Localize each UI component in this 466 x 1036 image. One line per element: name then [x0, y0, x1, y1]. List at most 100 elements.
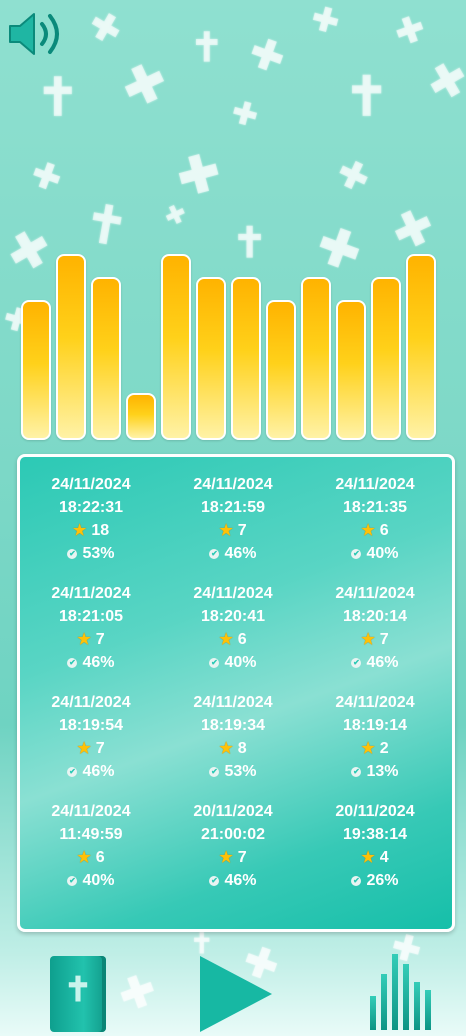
result-item: 24/11/2024 11:49:59 ★ 6 ✔ 40%: [20, 800, 162, 892]
stats-icon: [370, 996, 376, 1030]
result-stars-value: 7: [379, 631, 389, 648]
star-icon: ★: [361, 849, 375, 866]
result-percent: ✔ 53%: [20, 542, 162, 565]
result-stars-value: 7: [237, 522, 247, 539]
check-icon: ✔: [209, 657, 220, 668]
chart-bar: [336, 300, 366, 440]
chart-bar: [91, 277, 121, 440]
star-icon: ★: [361, 631, 375, 648]
check-icon: ✔: [209, 766, 220, 777]
result-item: 24/11/2024 18:19:34 ★ 8 ✔ 53%: [162, 691, 304, 783]
chart-bar: [196, 277, 226, 440]
result-stars-value: 6: [95, 849, 105, 866]
chart-bar: [231, 277, 261, 440]
result-stars: ★ 7: [162, 519, 304, 542]
result-percent-value: 40%: [224, 654, 257, 671]
result-time: 18:21:05: [58, 608, 124, 625]
check-icon: ✔: [67, 657, 78, 668]
result-stars: ★ 6: [304, 519, 446, 542]
result-date: 24/11/2024: [193, 694, 273, 711]
result-percent-value: 53%: [224, 763, 257, 780]
result-stars-value: 8: [237, 740, 247, 757]
stats-icon-bar: [414, 982, 420, 1030]
result-percent-value: 46%: [82, 763, 115, 780]
check-icon: ✔: [351, 548, 362, 559]
result-date: 24/11/2024: [193, 585, 273, 602]
cross-icon: ✚: [228, 95, 262, 134]
cross-icon: ✚: [330, 150, 376, 201]
result-item: 24/11/2024 18:19:54 ★ 7 ✔ 46%: [20, 691, 162, 783]
cross-icon: ✚: [243, 29, 291, 83]
chart-bar: [406, 254, 436, 440]
star-icon: ★: [219, 631, 233, 648]
chart-bar: [21, 300, 51, 440]
chart-bar: [266, 300, 296, 440]
result-date: 24/11/2024: [193, 476, 273, 493]
stats-icon-bar: [392, 954, 398, 1030]
result-percent-value: 46%: [224, 872, 257, 889]
stats-icon-bar: [403, 964, 409, 1030]
cross-icon: ✝: [190, 26, 224, 70]
result-time: 11:49:59: [59, 826, 123, 843]
cross-icon: ✝: [344, 67, 390, 127]
check-icon: ✔: [351, 766, 362, 777]
star-icon: ★: [361, 740, 375, 757]
result-stars: ★ 8: [162, 737, 304, 760]
result-percent: ✔ 46%: [162, 869, 304, 892]
result-percent: ✔ 40%: [304, 542, 446, 565]
bible-icon: ✝: [63, 971, 93, 1009]
result-stars-value: 6: [237, 631, 247, 648]
check-icon: ✔: [209, 875, 220, 886]
chart-bar: [301, 277, 331, 440]
result-percent: ✔ 46%: [20, 760, 162, 783]
sound-toggle-button[interactable]: [6, 8, 68, 60]
result-percent-value: 53%: [82, 545, 115, 562]
result-time: 18:19:14: [342, 717, 408, 734]
check-icon: ✔: [67, 875, 78, 886]
result-stars-value: 7: [237, 849, 247, 866]
star-icon: ★: [77, 740, 91, 757]
cross-icon: ✚: [307, 0, 344, 41]
cross-icon: ✚: [419, 51, 466, 113]
check-icon: ✔: [67, 548, 78, 559]
result-percent: ✔ 40%: [20, 869, 162, 892]
result-stars-value: 7: [95, 631, 105, 648]
result-time: 19:38:14: [342, 826, 408, 843]
result-stars: ★ 2: [304, 737, 446, 760]
result-stars: ★ 4: [304, 846, 446, 869]
stats-icon-bar: [381, 974, 387, 1030]
result-percent-value: 46%: [82, 654, 115, 671]
result-date: 24/11/2024: [335, 585, 415, 602]
result-stars: ★ 7: [162, 846, 304, 869]
star-icon: ★: [72, 522, 87, 539]
result-item: 24/11/2024 18:21:59 ★ 7 ✔ 46%: [162, 473, 304, 565]
results-grid: 24/11/2024 18:22:31 ★ 18 ✔ 53% 24/11/2024 18:21…: [20, 473, 452, 892]
result-stars-value: 4: [379, 849, 389, 866]
result-stars: ★ 6: [20, 846, 162, 869]
result-date: 24/11/2024: [51, 585, 131, 602]
cross-icon: ✚: [114, 50, 176, 120]
result-percent-value: 40%: [82, 872, 115, 889]
result-percent: ✔ 46%: [162, 542, 304, 565]
result-item: 24/11/2024 18:21:35 ★ 6 ✔ 40%: [304, 473, 446, 565]
result-time: 18:21:59: [200, 499, 266, 516]
result-item: 20/11/2024 19:38:14 ★ 4 ✔ 26%: [304, 800, 446, 892]
score-bar-chart: [0, 240, 466, 450]
result-date: 24/11/2024: [335, 694, 415, 711]
bottom-nav: ✝: [0, 950, 466, 1036]
result-time: 18:22:31: [58, 499, 124, 516]
bible-button[interactable]: ✝: [50, 956, 106, 1032]
result-percent: ✔ 46%: [304, 651, 446, 674]
play-button[interactable]: [200, 956, 272, 1032]
result-percent: ✔ 26%: [304, 869, 446, 892]
result-date: 24/11/2024: [51, 694, 131, 711]
result-date: 24/11/2024: [335, 476, 415, 493]
result-percent: ✔ 46%: [20, 651, 162, 674]
result-item: 20/11/2024 21:00:02 ★ 7 ✔ 46%: [162, 800, 304, 892]
star-icon: ★: [219, 849, 233, 866]
check-icon: ✔: [209, 548, 220, 559]
result-time: 18:20:41: [200, 608, 266, 625]
result-time: 18:19:34: [200, 717, 266, 734]
stats-button[interactable]: [368, 954, 438, 1030]
result-stars: ★ 7: [20, 628, 162, 651]
